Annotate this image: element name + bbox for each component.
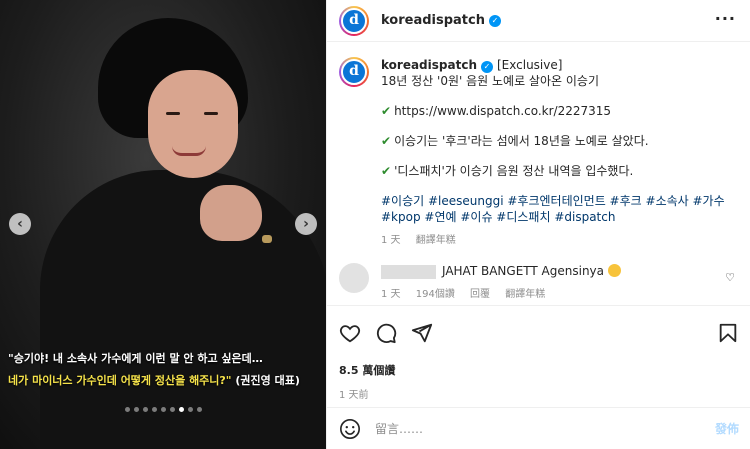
- carousel-dot: [133, 407, 139, 412]
- carousel-dot: [196, 407, 202, 412]
- comment-text: JAHAT BANGETT Agensinya: [442, 264, 605, 278]
- post-media[interactable]: ‹ › "승기야! 내 소속사 가수에게 이런 말 안 하고 싶은데… 네가 마…: [0, 0, 326, 449]
- caption-age: 1 天: [381, 235, 401, 246]
- photo-person-face: [148, 70, 238, 178]
- carousel-dot: [142, 407, 148, 412]
- carousel-dots: [0, 407, 326, 412]
- comment-translate-link[interactable]: 翻譯年糕: [505, 289, 545, 300]
- post-comment-button[interactable]: 發佈: [715, 420, 739, 437]
- check-icon: ✔: [381, 164, 392, 178]
- bookmark-save-icon[interactable]: [717, 322, 739, 344]
- caption-username[interactable]: koreadispatch: [381, 58, 477, 72]
- comment-meta: 1 天 194個讚 回覆 翻譯年糕: [381, 287, 621, 303]
- caption-avatar[interactable]: d: [339, 57, 369, 87]
- photo-eye-right: [204, 112, 218, 115]
- emoji-smiley-icon[interactable]: [339, 418, 361, 440]
- post-header: d koreadispatch ✓ ···: [327, 0, 750, 42]
- avatar[interactable]: d: [339, 5, 369, 36]
- comment-age: 1 天: [381, 289, 401, 300]
- caption-bullet: 이승기는 '후크'라는 섬에서 18년을 노예로 살았다.: [394, 134, 649, 148]
- action-icons: [339, 318, 739, 348]
- post-username[interactable]: koreadispatch: [381, 13, 485, 28]
- post-timestamp: 1 天前: [339, 390, 369, 401]
- comment-bubble-icon[interactable]: [375, 322, 397, 344]
- avatar-logo: d: [341, 7, 367, 34]
- image-caption-line2: 네가 마이너스 가수인데 어떻게 정산을 해주니?" (권진영 대표): [8, 370, 326, 392]
- comment-item: JAHAT BANGETT Agensinya 1 天 194個讚 回覆 翻譯年…: [339, 263, 739, 303]
- caption-hashtags[interactable]: #이승기 #leeseunggi #후크엔터테인먼트 #후크 #소속사 #가수 …: [381, 193, 731, 225]
- comment-input[interactable]: [375, 421, 715, 436]
- photo-mouth: [172, 146, 206, 156]
- caption-translate-link[interactable]: 翻譯年糕: [416, 235, 456, 246]
- likes-count[interactable]: 8.5 萬個讚: [339, 362, 739, 378]
- sad-face-emoji-icon: [608, 264, 622, 277]
- caption-meta: 1 天 翻譯年糕: [381, 233, 731, 249]
- check-icon: ✔: [381, 104, 392, 118]
- photo-ring: [262, 235, 272, 243]
- image-caption-speaker: (권진영 대표): [231, 374, 300, 387]
- photo-hand: [200, 185, 262, 241]
- caption-bullet: '디스패치'가 이승기 음원 정산 내역을 입수했다.: [394, 164, 634, 178]
- post-actions: 8.5 萬個讚 1 天前: [327, 305, 750, 407]
- share-send-icon[interactable]: [411, 322, 433, 344]
- comment-like-heart-icon[interactable]: ♡: [725, 271, 735, 284]
- commenter-name-redacted[interactable]: [381, 264, 436, 279]
- check-icon: ✔: [381, 134, 392, 148]
- comment-composer: 發佈: [327, 407, 750, 449]
- comment-likes[interactable]: 194個讚: [416, 289, 455, 300]
- carousel-dot: [151, 407, 157, 412]
- caption-avatar-logo: d: [341, 59, 367, 85]
- carousel-next-button[interactable]: ›: [295, 213, 317, 235]
- caption-row: d koreadispatch ✓ [Exclusive] 18년 정산 '0원' …: [339, 57, 739, 249]
- verified-badge-icon: ✓: [488, 14, 501, 27]
- commenter-avatar[interactable]: [339, 263, 369, 293]
- like-heart-icon[interactable]: [339, 322, 361, 344]
- carousel-prev-button[interactable]: ‹: [9, 213, 31, 235]
- verified-badge-icon: ✓: [480, 61, 493, 73]
- image-caption: "승기야! 내 소속사 가수에게 이런 말 안 하고 싶은데… 네가 마이너스 …: [8, 348, 326, 392]
- comment-reply-link[interactable]: 回覆: [470, 289, 490, 300]
- carousel-dot: [178, 407, 184, 412]
- carousel-dot: [124, 407, 130, 412]
- carousel-dot: [187, 407, 193, 412]
- comment-body: JAHAT BANGETT Agensinya 1 天 194個讚 回覆 翻譯年…: [381, 263, 622, 303]
- image-caption-line1: "승기야! 내 소속사 가수에게 이런 말 안 하고 싶은데…: [8, 352, 263, 365]
- image-caption-quote: 네가 마이너스 가수인데 어떻게 정산을 해주니?": [8, 374, 232, 387]
- caption-title-tag: [Exclusive]: [496, 58, 563, 72]
- comments-section[interactable]: d koreadispatch ✓ [Exclusive] 18년 정산 '0원' …: [327, 43, 750, 305]
- carousel-dot: [169, 407, 175, 412]
- caption-title: 18년 정산 '0원' 음원 노예로 살아온 이승기: [381, 74, 599, 88]
- carousel-dot: [160, 407, 166, 412]
- photo-eye-left: [166, 112, 180, 115]
- caption-link: https://www.dispatch.co.kr/2227315: [394, 104, 612, 118]
- caption-body: koreadispatch ✓ [Exclusive] 18년 정산 '0원' 음원…: [381, 57, 731, 249]
- post-panel: d koreadispatch ✓ ··· d koreadispatch ✓ [E…: [326, 0, 750, 449]
- more-options-icon[interactable]: ···: [715, 11, 736, 27]
